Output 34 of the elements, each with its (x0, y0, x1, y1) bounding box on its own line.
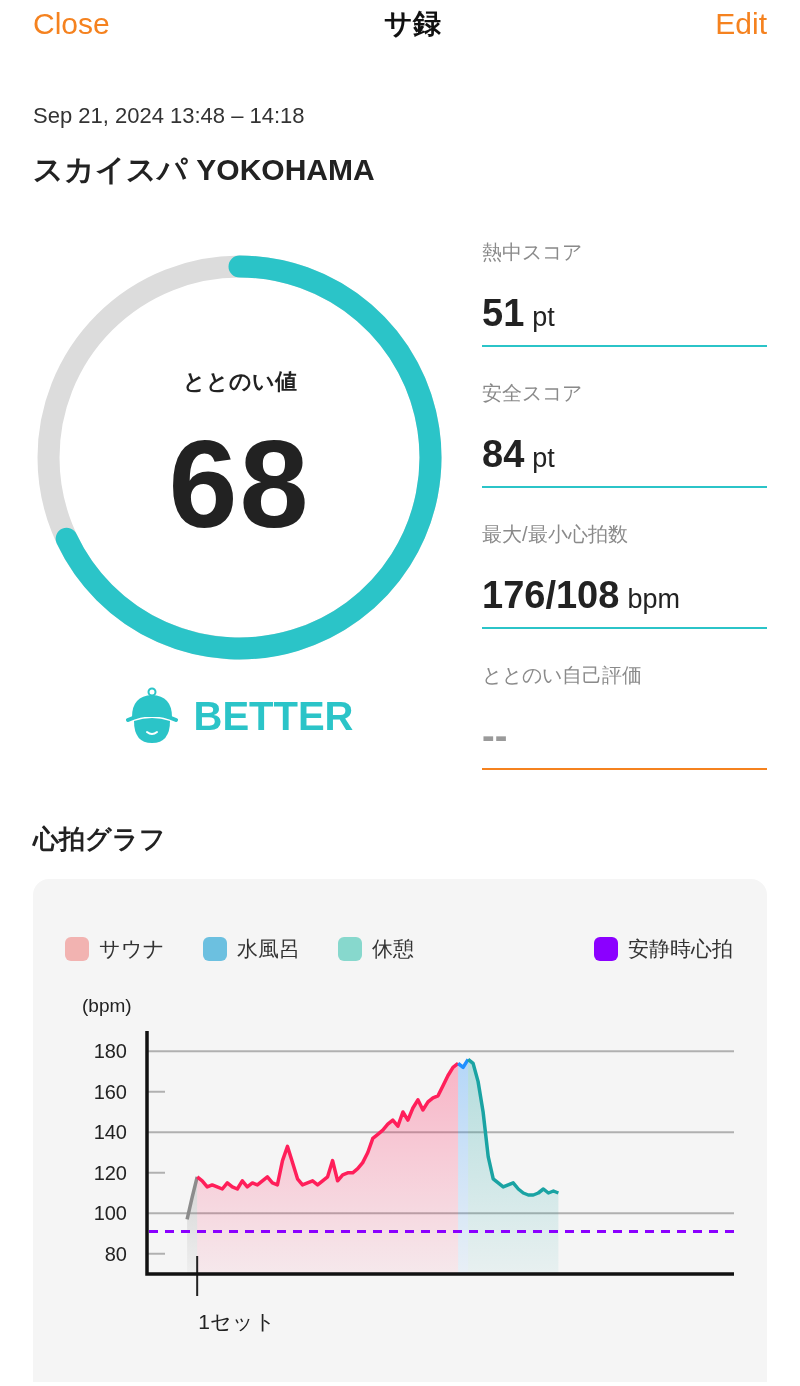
legend-label: 安静時心拍 (628, 936, 733, 962)
stat-unit: bpm (627, 584, 680, 615)
axis-tick-label: 120 (93, 1161, 127, 1184)
stat-unit: pt (532, 443, 555, 474)
axis-tick-label: 160 (93, 1080, 127, 1103)
legend-label: 水風呂 (237, 936, 300, 962)
legend-label: 休憩 (372, 936, 414, 962)
axis-tick-label: 140 (93, 1121, 127, 1144)
section-title: 心拍グラフ (33, 823, 167, 856)
venue-name: スカイスパ YOKOHAMA (33, 152, 375, 188)
set-marker-line (196, 1255, 199, 1297)
session-datetime: Sep 21, 2024 13:48 – 14:18 (33, 102, 305, 130)
stat-label: 熱中スコア (482, 240, 582, 265)
stat-value: 51 (482, 291, 525, 336)
axis-title: (bpm) (82, 995, 132, 1016)
stat-label: ととのい自己評価 (482, 663, 642, 688)
mascot-icon (125, 687, 178, 745)
stat-value: 176/108 (482, 573, 620, 618)
screen-title: サ録 (384, 7, 441, 41)
stat-value: -- (482, 714, 508, 759)
close-button[interactable]: Close (33, 7, 110, 41)
edit-button[interactable]: Edit (715, 7, 767, 41)
axis-tick-label: 180 (93, 1040, 127, 1063)
stat-unit: pt (532, 302, 555, 333)
axis-tick-label: 80 (104, 1242, 127, 1265)
score-value: 68 (168, 418, 311, 549)
stat-label: 安全スコア (482, 381, 582, 406)
legend-label: サウナ (99, 936, 165, 962)
stat-label: 最大/最小心拍数 (482, 522, 628, 547)
axis-tick-label: 100 (93, 1202, 127, 1225)
stat-value: 84 (482, 432, 525, 477)
set-label: 1セット (198, 1310, 276, 1333)
score-label: ととのい値 (182, 367, 297, 396)
rating-text: BETTER (193, 693, 354, 739)
